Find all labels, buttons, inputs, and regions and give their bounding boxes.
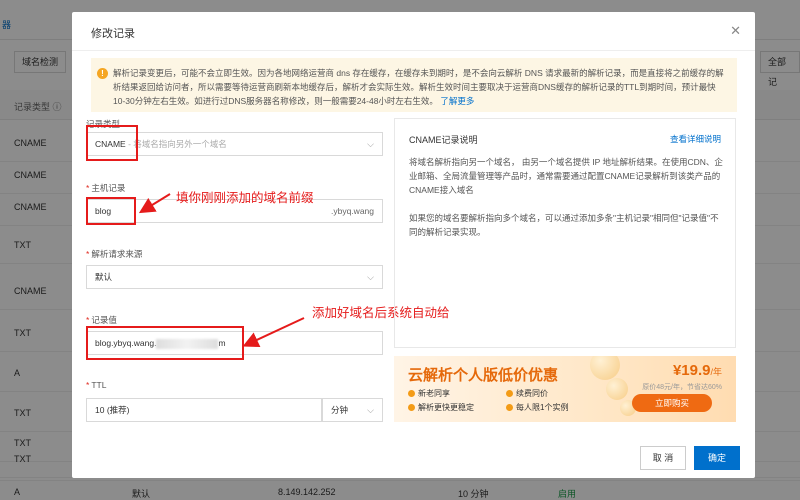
edit-record-dialog: 修改记录 ✕ ! 解析记录变更后，可能不会立即生效。因为各地网络运营商 dns … — [72, 12, 755, 478]
promo-feature: 解析更快更稳定 — [408, 401, 506, 415]
promo-feature: 每人限1个实例 — [506, 401, 604, 415]
ttl-input[interactable]: 10 (推荐) — [86, 398, 322, 422]
record-type-hint: - 将域名指向另外一个域名 — [128, 139, 227, 149]
check-icon — [408, 404, 415, 411]
ttl-value: 10 (推荐) — [95, 405, 130, 415]
view-details-link[interactable]: 查看详细说明 — [670, 133, 721, 145]
promo-feature: 新老同享 — [408, 387, 506, 401]
resolution-line-label: * 解析请求来源 — [86, 249, 143, 259]
warning-icon: ! — [97, 68, 108, 79]
host-record-suffix: .ybyq.wang — [331, 206, 374, 216]
resolution-line-value: 默认 — [95, 272, 113, 282]
annotation-host: 填你刚刚添加的域名前缀 — [176, 191, 314, 205]
highlight-box — [86, 326, 244, 360]
promo-original-price: 原价48元/年，节省达60% — [642, 384, 722, 391]
cancel-button[interactable]: 取 消 — [640, 446, 686, 470]
check-icon — [506, 390, 513, 397]
ttl-unit-value: 分钟 — [331, 405, 349, 415]
record-value-label: * 记录值 — [86, 315, 117, 325]
promo-title: 云解析个人版低价优惠 — [408, 367, 559, 384]
info-title: CNAME记录说明 — [409, 135, 478, 145]
notice-banner: ! 解析记录变更后，可能不会立即生效。因为各地网络运营商 dns 存在缓存，在缓… — [91, 58, 737, 112]
promo-banner[interactable]: 云解析个人版低价优惠 新老同享 续费同价解析更快更稳定 每人限1个实例 ¥19.9/… — [394, 356, 736, 422]
notice-text: 解析记录变更后，可能不会立即生效。因为各地网络运营商 dns 存在缓存，在缓存未… — [113, 68, 724, 106]
coin-decoration — [590, 356, 620, 380]
check-icon — [408, 390, 415, 397]
buy-now-button[interactable]: 立即购买 — [632, 394, 712, 412]
close-icon[interactable]: ✕ — [730, 24, 741, 37]
host-record-label: * 主机记录 — [86, 183, 126, 193]
highlight-box — [86, 125, 138, 161]
ttl-unit-select[interactable]: 分钟 ⌵ — [322, 398, 383, 422]
dialog-title: 修改记录 — [91, 28, 135, 40]
highlight-box — [86, 197, 136, 225]
promo-price: ¥19.9/年 — [672, 362, 722, 379]
info-paragraph: 如果您的域名要解析指向多个域名，可以通过添加多条"主机记录"相同但"记录值"不同… — [409, 213, 719, 237]
promo-feature: 续费同价 — [506, 387, 604, 401]
check-icon — [506, 404, 513, 411]
chevron-down-icon: ⌵ — [367, 405, 374, 415]
promo-features: 新老同享 续费同价解析更快更稳定 每人限1个实例 — [408, 387, 618, 415]
cname-info-panel: CNAME记录说明 查看详细说明 将域名解析指向另一个域名， 由另一个域名提供 … — [394, 118, 736, 348]
learn-more-link[interactable]: 了解更多 — [440, 96, 474, 106]
chevron-down-icon: ⌵ — [367, 272, 374, 282]
ttl-label: * TTL — [86, 380, 107, 390]
resolution-line-select[interactable]: 默认 ⌵ — [86, 265, 383, 289]
confirm-button[interactable]: 确定 — [694, 446, 740, 470]
divider — [72, 50, 755, 51]
chevron-down-icon: ⌵ — [367, 139, 374, 149]
info-paragraph: 将域名解析指向另一个域名， 由另一个域名提供 IP 地址解析结果。在使用CDN、… — [409, 157, 723, 195]
